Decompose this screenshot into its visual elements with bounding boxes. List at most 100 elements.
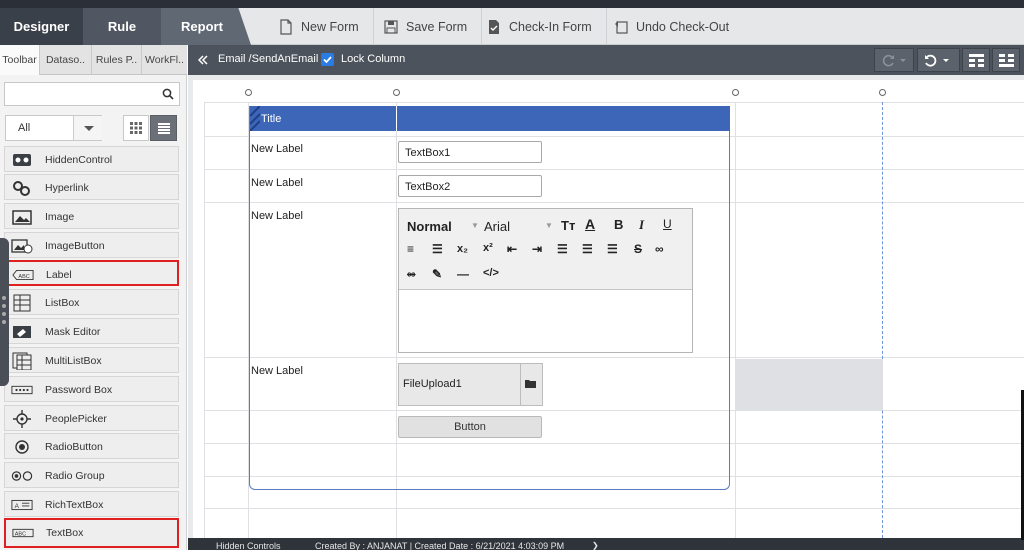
- toolbox-item-password-box[interactable]: Password Box: [4, 376, 179, 402]
- undo-check-out-button[interactable]: Undo Check-Out: [600, 8, 743, 45]
- grid-icon: [130, 122, 142, 134]
- source-code-icon[interactable]: </>: [483, 267, 499, 279]
- strikethrough-icon[interactable]: S: [634, 242, 642, 256]
- toolbox-item-label: ImageButton: [45, 240, 105, 252]
- hyperlink-icon: [11, 179, 33, 197]
- tab-rule[interactable]: Rule: [83, 8, 161, 45]
- underline-icon[interactable]: U: [663, 217, 672, 231]
- chevron-down-icon[interactable]: [73, 116, 102, 140]
- panel-tab-rules[interactable]: Rules P..: [92, 45, 142, 75]
- panel-tab-workflow[interactable]: WorkFl..: [142, 45, 187, 75]
- toolbox-item-radiobutton[interactable]: RadioButton: [4, 433, 179, 459]
- title-divider: [396, 106, 397, 131]
- font-size-icon[interactable]: Tт: [561, 218, 575, 233]
- list-icon: [157, 122, 170, 134]
- horizontal-rule-icon[interactable]: —: [457, 267, 469, 281]
- align-center-icon[interactable]: ☰: [582, 242, 593, 256]
- toolbox-item-label: MultiListBox: [45, 355, 102, 367]
- toolbox-item-image[interactable]: Image: [4, 203, 179, 229]
- align-left-icon[interactable]: ☰: [557, 242, 568, 256]
- column-pin-handle[interactable]: [245, 89, 252, 96]
- grid-view-button[interactable]: [123, 115, 149, 141]
- chevron-down-icon[interactable]: ▼: [471, 221, 479, 230]
- textbox2-field[interactable]: TextBox2: [398, 175, 542, 197]
- toolbox-item-radio-group[interactable]: Radio Group: [4, 462, 179, 488]
- search-icon: [162, 88, 174, 100]
- form-label[interactable]: New Label: [251, 143, 303, 155]
- panel-tab-toolbar[interactable]: Toolbar: [0, 45, 40, 75]
- eraser-icon[interactable]: ✎: [432, 267, 442, 281]
- form-label[interactable]: New Label: [251, 210, 303, 222]
- check-in-form-label: Check-In Form: [509, 19, 592, 34]
- toolbox-item-peoplepicker[interactable]: PeoplePicker: [4, 405, 179, 431]
- toolbox-item-textbox[interactable]: ABC TextBox: [4, 518, 179, 548]
- superscript-icon[interactable]: x²: [483, 242, 493, 254]
- paragraph-style-select[interactable]: Normal: [407, 219, 452, 234]
- tab-report[interactable]: Report: [161, 8, 251, 45]
- tab-report-label: Report: [181, 19, 223, 34]
- unlink-icon[interactable]: ∞: [407, 267, 416, 281]
- selected-cell[interactable]: [736, 359, 883, 410]
- form-label[interactable]: New Label: [251, 365, 303, 377]
- font-family-select[interactable]: Arial: [484, 219, 510, 234]
- textbox-icon: ABC: [12, 524, 34, 542]
- toolbox-item-mask-editor[interactable]: Mask Editor: [4, 318, 179, 344]
- form-label[interactable]: New Label: [251, 177, 303, 189]
- insert-column-button[interactable]: [992, 48, 1020, 72]
- textbox1-value: TextBox1: [405, 147, 451, 159]
- column-pin-handle[interactable]: [393, 89, 400, 96]
- column-pin-handle[interactable]: [879, 89, 886, 96]
- save-form-button[interactable]: Save Form: [370, 8, 483, 45]
- redo-button[interactable]: [874, 48, 914, 72]
- subscript-icon[interactable]: x₂: [457, 243, 468, 255]
- column-pin-handle[interactable]: [732, 89, 739, 96]
- toolbox-item-multilistbox[interactable]: MultiListBox: [4, 347, 179, 373]
- textbox2-value: TextBox2: [405, 181, 451, 193]
- filter-select[interactable]: All: [5, 115, 102, 141]
- tab-designer[interactable]: Designer: [0, 8, 83, 45]
- panel-resize-handle[interactable]: [0, 238, 9, 386]
- numbered-list-icon[interactable]: ≡: [407, 242, 414, 256]
- panel-tab-datasource[interactable]: Dataso..: [40, 45, 92, 75]
- toolbox-item-imagebutton[interactable]: ImageButton: [4, 232, 179, 258]
- section-title-bar[interactable]: Title: [250, 106, 730, 131]
- toolbox-item-hyperlink[interactable]: Hyperlink: [4, 174, 179, 200]
- redo-icon: [882, 54, 906, 67]
- toolbox-item-richtextbox[interactable]: A RichTextBox: [4, 491, 179, 517]
- undo-button[interactable]: [917, 48, 960, 72]
- file-upload-control[interactable]: FileUpload1: [398, 363, 543, 406]
- textbox1-field[interactable]: TextBox1: [398, 141, 542, 163]
- list-view-button[interactable]: [150, 115, 177, 141]
- align-right-icon[interactable]: ☰: [607, 242, 618, 256]
- indent-icon[interactable]: ⇥: [532, 242, 542, 256]
- toolbox-item-hiddencontrol[interactable]: HiddenControl: [4, 146, 179, 172]
- mask-editor-icon: [11, 323, 33, 341]
- grid-line: [204, 508, 1024, 509]
- insert-row-button[interactable]: [962, 48, 990, 72]
- bullet-list-icon[interactable]: ☰: [432, 242, 443, 256]
- panel-tabs: Toolbar Dataso.. Rules P.. WorkFl..: [0, 45, 187, 75]
- double-chevron-left-icon[interactable]: [198, 55, 208, 65]
- svg-text:A: A: [15, 503, 20, 510]
- font-color-icon[interactable]: A: [585, 216, 595, 232]
- svg-text:ABC: ABC: [18, 274, 29, 280]
- outdent-icon[interactable]: ⇤: [507, 242, 517, 256]
- filter-select-value: All: [18, 122, 31, 134]
- bold-icon[interactable]: B: [614, 217, 623, 232]
- form-button[interactable]: Button: [398, 416, 542, 438]
- toolbox-item-listbox[interactable]: ListBox: [4, 289, 179, 315]
- italic-icon[interactable]: I: [639, 217, 644, 233]
- lock-column-checkbox[interactable]: [321, 53, 334, 66]
- toolbox-item-label: PeoplePicker: [45, 413, 107, 425]
- floppy-disk-icon: [384, 19, 398, 34]
- new-form-button[interactable]: New Form: [265, 8, 374, 45]
- drag-handle-icon[interactable]: [250, 106, 260, 131]
- chevron-right-icon[interactable]: ❯: [592, 541, 599, 550]
- search-input[interactable]: [4, 82, 180, 106]
- toolbox-item-label-control[interactable]: ABC Label: [4, 260, 179, 286]
- folder-icon[interactable]: [525, 379, 537, 389]
- chevron-down-icon[interactable]: ▼: [545, 221, 553, 230]
- rich-text-toolbar: Normal ▼ Arial ▼ Tт A B I U ≡ ☰ x₂ x² ⇤ …: [399, 209, 692, 290]
- link-icon[interactable]: ∞: [655, 242, 664, 256]
- check-in-form-button[interactable]: Check-In Form: [473, 8, 607, 45]
